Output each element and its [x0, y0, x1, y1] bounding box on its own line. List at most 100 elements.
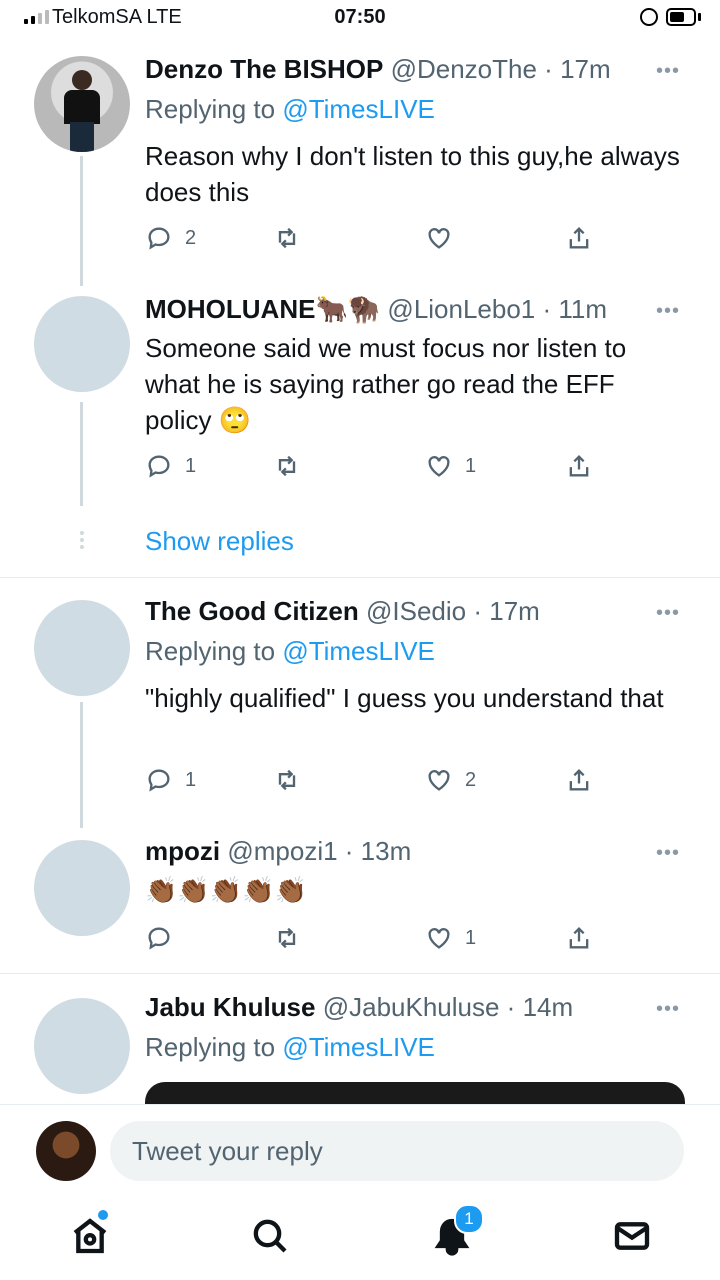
avatar[interactable]: [34, 840, 130, 936]
new-content-dot: [98, 1210, 108, 1220]
retweet-icon: [278, 769, 296, 791]
tweet-actions: 1 2: [145, 764, 605, 796]
reply-button[interactable]: 1: [145, 764, 196, 796]
reply-button[interactable]: [145, 922, 173, 954]
retweet-icon: [278, 927, 296, 949]
tweet-text: Reason why I don't listen to this guy,he…: [145, 141, 680, 207]
display-name[interactable]: MOHOLUANE: [145, 294, 315, 324]
reply-button[interactable]: 1: [145, 450, 196, 482]
tweet[interactable]: MOHOLUANE🐂🦬 @LionLebo1 · 11m ••• Someone…: [0, 286, 720, 576]
timestamp[interactable]: 11m: [558, 294, 607, 324]
replying-to-prefix: Replying to: [145, 1032, 283, 1062]
reply-button[interactable]: 2: [145, 222, 196, 254]
tweet-header: mpozi @mpozi1 · 13m: [145, 836, 411, 867]
reply-count: 2: [185, 226, 197, 249]
share-icon: [569, 927, 589, 949]
thread-line: [80, 702, 83, 828]
share-button[interactable]: [565, 450, 593, 482]
share-button[interactable]: [565, 222, 593, 254]
heart-icon: [428, 228, 450, 249]
tweet-header: The Good Citizen @ISedio · 17m: [145, 596, 540, 627]
display-name[interactable]: mpozi: [145, 836, 220, 866]
handle[interactable]: @LionLebo1: [387, 294, 535, 324]
handle[interactable]: @DenzoThe: [391, 54, 537, 84]
thread-dots: [80, 531, 84, 549]
like-button[interactable]: 2: [425, 764, 476, 796]
tweet[interactable]: mpozi @mpozi1 · 13m ••• 👏🏾👏🏾👏🏾👏🏾👏🏾 1: [0, 828, 720, 973]
reply-input[interactable]: Tweet your reply: [110, 1121, 684, 1181]
tweet-text: 👏🏾👏🏾👏🏾👏🏾👏🏾: [145, 875, 307, 905]
name-emoji: 🐂🦬: [315, 294, 381, 324]
more-options-icon[interactable]: •••: [656, 60, 680, 83]
retweet-button[interactable]: [273, 764, 301, 796]
share-icon: [569, 769, 589, 791]
tweet[interactable]: Denzo The BISHOP @DenzoThe · 17m ••• Rep…: [0, 36, 720, 286]
show-replies-link[interactable]: Show replies: [145, 526, 294, 557]
more-options-icon[interactable]: •••: [656, 300, 680, 323]
reply-icon: [148, 227, 170, 250]
handle[interactable]: @JabuKhuluse: [323, 992, 500, 1022]
display-name[interactable]: Denzo The BISHOP: [145, 54, 383, 84]
status-bar: TelkomSA LTE 07:50: [0, 0, 720, 36]
reply-composer: Tweet your reply: [0, 1104, 720, 1199]
more-options-icon[interactable]: •••: [656, 842, 680, 865]
time-separator: ·: [536, 54, 561, 84]
like-button[interactable]: [425, 222, 453, 254]
replying-to: Replying to @TimesLIVE: [145, 1032, 435, 1063]
like-count: 1: [465, 454, 477, 477]
retweet-button[interactable]: [273, 450, 301, 482]
reply-icon: [148, 769, 170, 792]
tab-messages[interactable]: [612, 1216, 652, 1256]
timestamp[interactable]: 13m: [361, 836, 412, 866]
replying-to-link[interactable]: @TimesLIVE: [282, 1032, 435, 1062]
bottom-tab-bar: 1: [0, 1198, 720, 1280]
avatar[interactable]: [34, 600, 130, 696]
timestamp[interactable]: 14m: [523, 992, 574, 1022]
timestamp[interactable]: 17m: [560, 54, 611, 84]
replying-to-link[interactable]: @TimesLIVE: [282, 636, 435, 666]
orientation-lock-icon: [640, 8, 658, 26]
handle[interactable]: @ISedio: [366, 596, 466, 626]
replying-to-link[interactable]: @TimesLIVE: [282, 94, 435, 124]
time-separator: ·: [499, 992, 523, 1022]
display-name[interactable]: The Good Citizen: [145, 596, 359, 626]
more-options-icon[interactable]: •••: [656, 602, 680, 625]
time-separator: ·: [337, 836, 361, 866]
display-name[interactable]: Jabu Khuluse: [145, 992, 315, 1022]
tab-search[interactable]: [250, 1216, 290, 1256]
battery-tip: [698, 13, 701, 21]
tweet-media[interactable]: [145, 1082, 685, 1104]
like-count: 1: [465, 926, 477, 949]
replying-to-prefix: Replying to: [145, 94, 283, 124]
tweet[interactable]: The Good Citizen @ISedio · 17m ••• Reply…: [0, 578, 720, 828]
heart-icon: [428, 456, 450, 477]
tweet-text: Someone said we must focus nor listen to…: [145, 330, 685, 438]
tweet-header: Jabu Khuluse @JabuKhuluse · 14m: [145, 992, 573, 1023]
retweet-button[interactable]: [273, 222, 301, 254]
like-button[interactable]: 1: [425, 922, 476, 954]
tab-home[interactable]: [70, 1210, 110, 1256]
replying-to: Replying to @TimesLIVE: [145, 94, 435, 125]
tab-notifications[interactable]: 1: [432, 1204, 484, 1256]
avatar[interactable]: [34, 56, 130, 152]
avatar[interactable]: [34, 296, 130, 392]
avatar[interactable]: [34, 998, 130, 1094]
handle[interactable]: @mpozi1: [227, 836, 337, 866]
timestamp[interactable]: 17m: [489, 596, 540, 626]
retweet-icon: [278, 227, 296, 249]
replies-feed[interactable]: Denzo The BISHOP @DenzoThe · 17m ••• Rep…: [0, 36, 720, 1104]
retweet-button[interactable]: [273, 922, 301, 954]
heart-icon: [428, 770, 450, 791]
share-button[interactable]: [565, 764, 593, 796]
notifications-badge: 1: [454, 1204, 484, 1234]
thread-line: [80, 156, 83, 286]
share-button[interactable]: [565, 922, 593, 954]
reply-count: 1: [185, 454, 197, 477]
more-options-icon[interactable]: •••: [656, 998, 680, 1021]
like-button[interactable]: 1: [425, 450, 476, 482]
like-count: 2: [465, 768, 477, 791]
user-avatar[interactable]: [36, 1121, 96, 1181]
tweet-text: "highly qualified" I guess you understan…: [145, 683, 664, 713]
battery-icon: [666, 8, 696, 26]
reply-icon: [148, 927, 170, 950]
